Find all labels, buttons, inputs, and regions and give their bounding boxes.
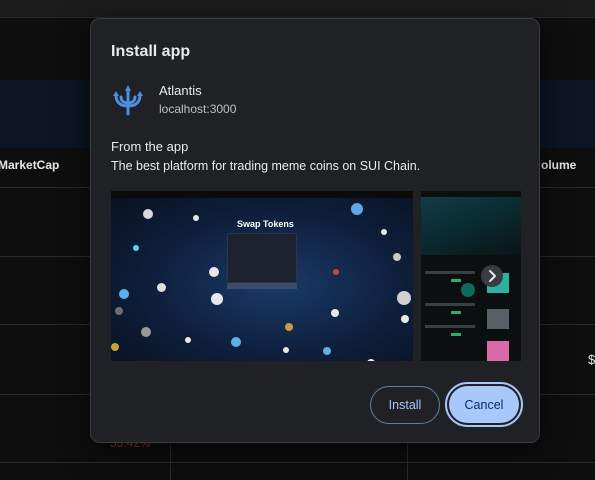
screenshot-row (425, 303, 475, 306)
screenshot-row (425, 325, 475, 328)
coin-icon (351, 203, 363, 215)
page: MarketCap olume $ 55.42% Install app Atl… (0, 0, 595, 480)
app-name: Atlantis (159, 83, 202, 98)
coin-icon (185, 337, 191, 343)
coin-icon (333, 269, 339, 275)
coin-icon (231, 337, 241, 347)
coin-icon (211, 293, 223, 305)
screenshot-carousel: Swap Tokens (111, 191, 521, 363)
coin-icon (157, 283, 166, 292)
screenshot-thumb (487, 341, 509, 361)
coin-icon (119, 289, 129, 299)
screenshot-swap-panel (227, 233, 297, 283)
table-cell-value: $ (588, 352, 595, 367)
app-description: The best platform for trading meme coins… (111, 159, 421, 173)
table-divider (407, 440, 408, 480)
screenshot-swap-button (227, 283, 297, 289)
screenshot-hero (421, 197, 521, 255)
coin-icon (133, 245, 139, 251)
browser-top-bar (0, 0, 595, 18)
dialog-title: Install app (111, 43, 191, 60)
screenshot-row (451, 311, 461, 314)
app-screenshot: Swap Tokens (111, 191, 413, 361)
coin-icon (283, 347, 289, 353)
install-button[interactable]: Install (370, 386, 440, 424)
column-header-volume: olume (541, 158, 577, 172)
coin-icon (323, 347, 331, 355)
coin-icon (381, 229, 387, 235)
coin-icon (285, 323, 293, 331)
chevron-right-icon (489, 270, 496, 282)
trident-icon (113, 85, 143, 116)
screenshot-thumb (487, 309, 509, 329)
app-screenshot (421, 191, 521, 361)
screenshot-row (451, 279, 461, 282)
carousel-next-button[interactable] (481, 265, 503, 287)
cancel-button[interactable]: Cancel (449, 386, 519, 423)
column-header-marketcap: MarketCap (0, 158, 60, 172)
install-app-dialog: Install app Atlantis localhost:3000 From… (90, 18, 540, 443)
coin-icon (367, 359, 375, 361)
coin-icon (143, 209, 153, 219)
table-row (0, 462, 595, 463)
screenshot-swap-title: Swap Tokens (237, 219, 294, 229)
coin-icon (209, 267, 219, 277)
coin-icon (401, 315, 409, 323)
coin-icon (115, 307, 123, 315)
table-divider (170, 440, 171, 480)
screenshot-row (451, 333, 461, 336)
screenshot-nav-bar (111, 191, 413, 198)
coin-icon (111, 343, 119, 351)
app-origin: localhost:3000 (159, 102, 237, 116)
screenshot-row (425, 271, 475, 274)
coin-icon (393, 253, 401, 261)
coin-icon (193, 215, 199, 221)
coin-icon (397, 291, 411, 305)
from-app-label: From the app (111, 139, 189, 154)
coin-icon (141, 327, 151, 337)
coin-icon (331, 309, 339, 317)
coin-icon (461, 283, 475, 297)
